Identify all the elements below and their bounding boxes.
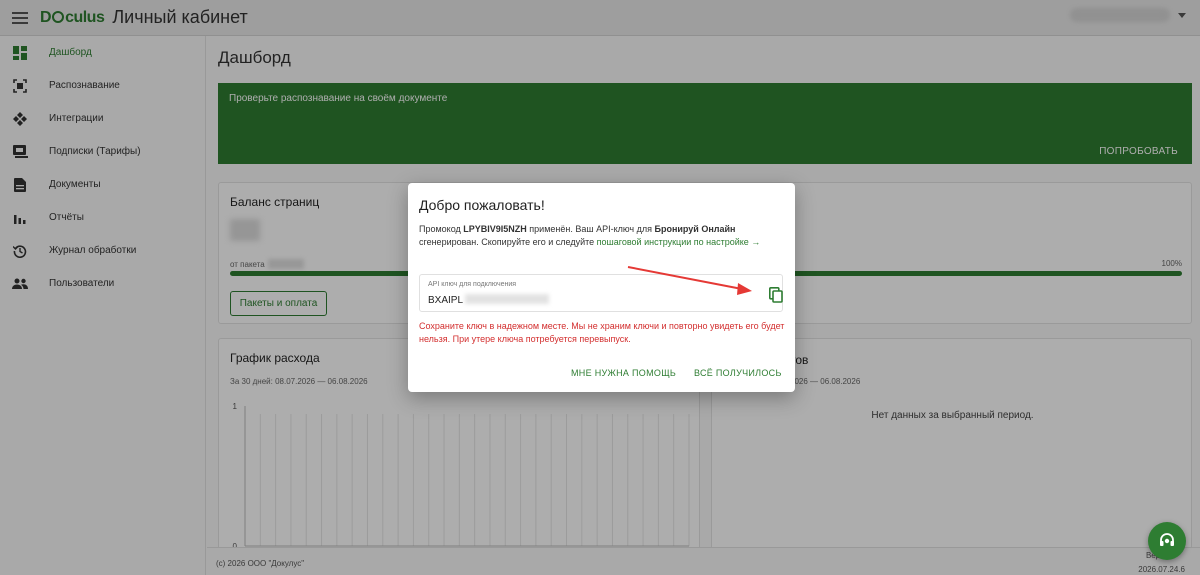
save-key-warning: Сохраните ключ в надежном месте. Мы не х… [419,321,785,344]
help-button[interactable]: МНЕ НУЖНА ПОМОЩЬ [571,368,676,378]
promo-code: LPYBIV9I5NZH [463,224,527,234]
dialog-message: Промокод LPYBIV9I5NZH применён. Ваш API-… [419,224,761,247]
done-button[interactable]: ВСЁ ПОЛУЧИЛОСЬ [694,368,782,378]
welcome-dialog: Добро пожаловать! Промокод LPYBIV9I5NZH … [408,183,795,392]
headset-icon [1160,533,1174,546]
api-key-field[interactable]: API ключ для подключения BXAIPL [419,274,783,312]
instructions-link[interactable]: пошаговой инструкции по настройке → [597,237,761,247]
api-key-value: BXAIPL [428,294,550,306]
api-key-label: API ключ для подключения [428,281,517,288]
service-name: Бронируй Онлайн [654,224,736,234]
dialog-title: Добро пожаловать! [419,197,545,213]
support-chat-button[interactable] [1148,522,1186,560]
copy-icon[interactable] [769,287,783,308]
